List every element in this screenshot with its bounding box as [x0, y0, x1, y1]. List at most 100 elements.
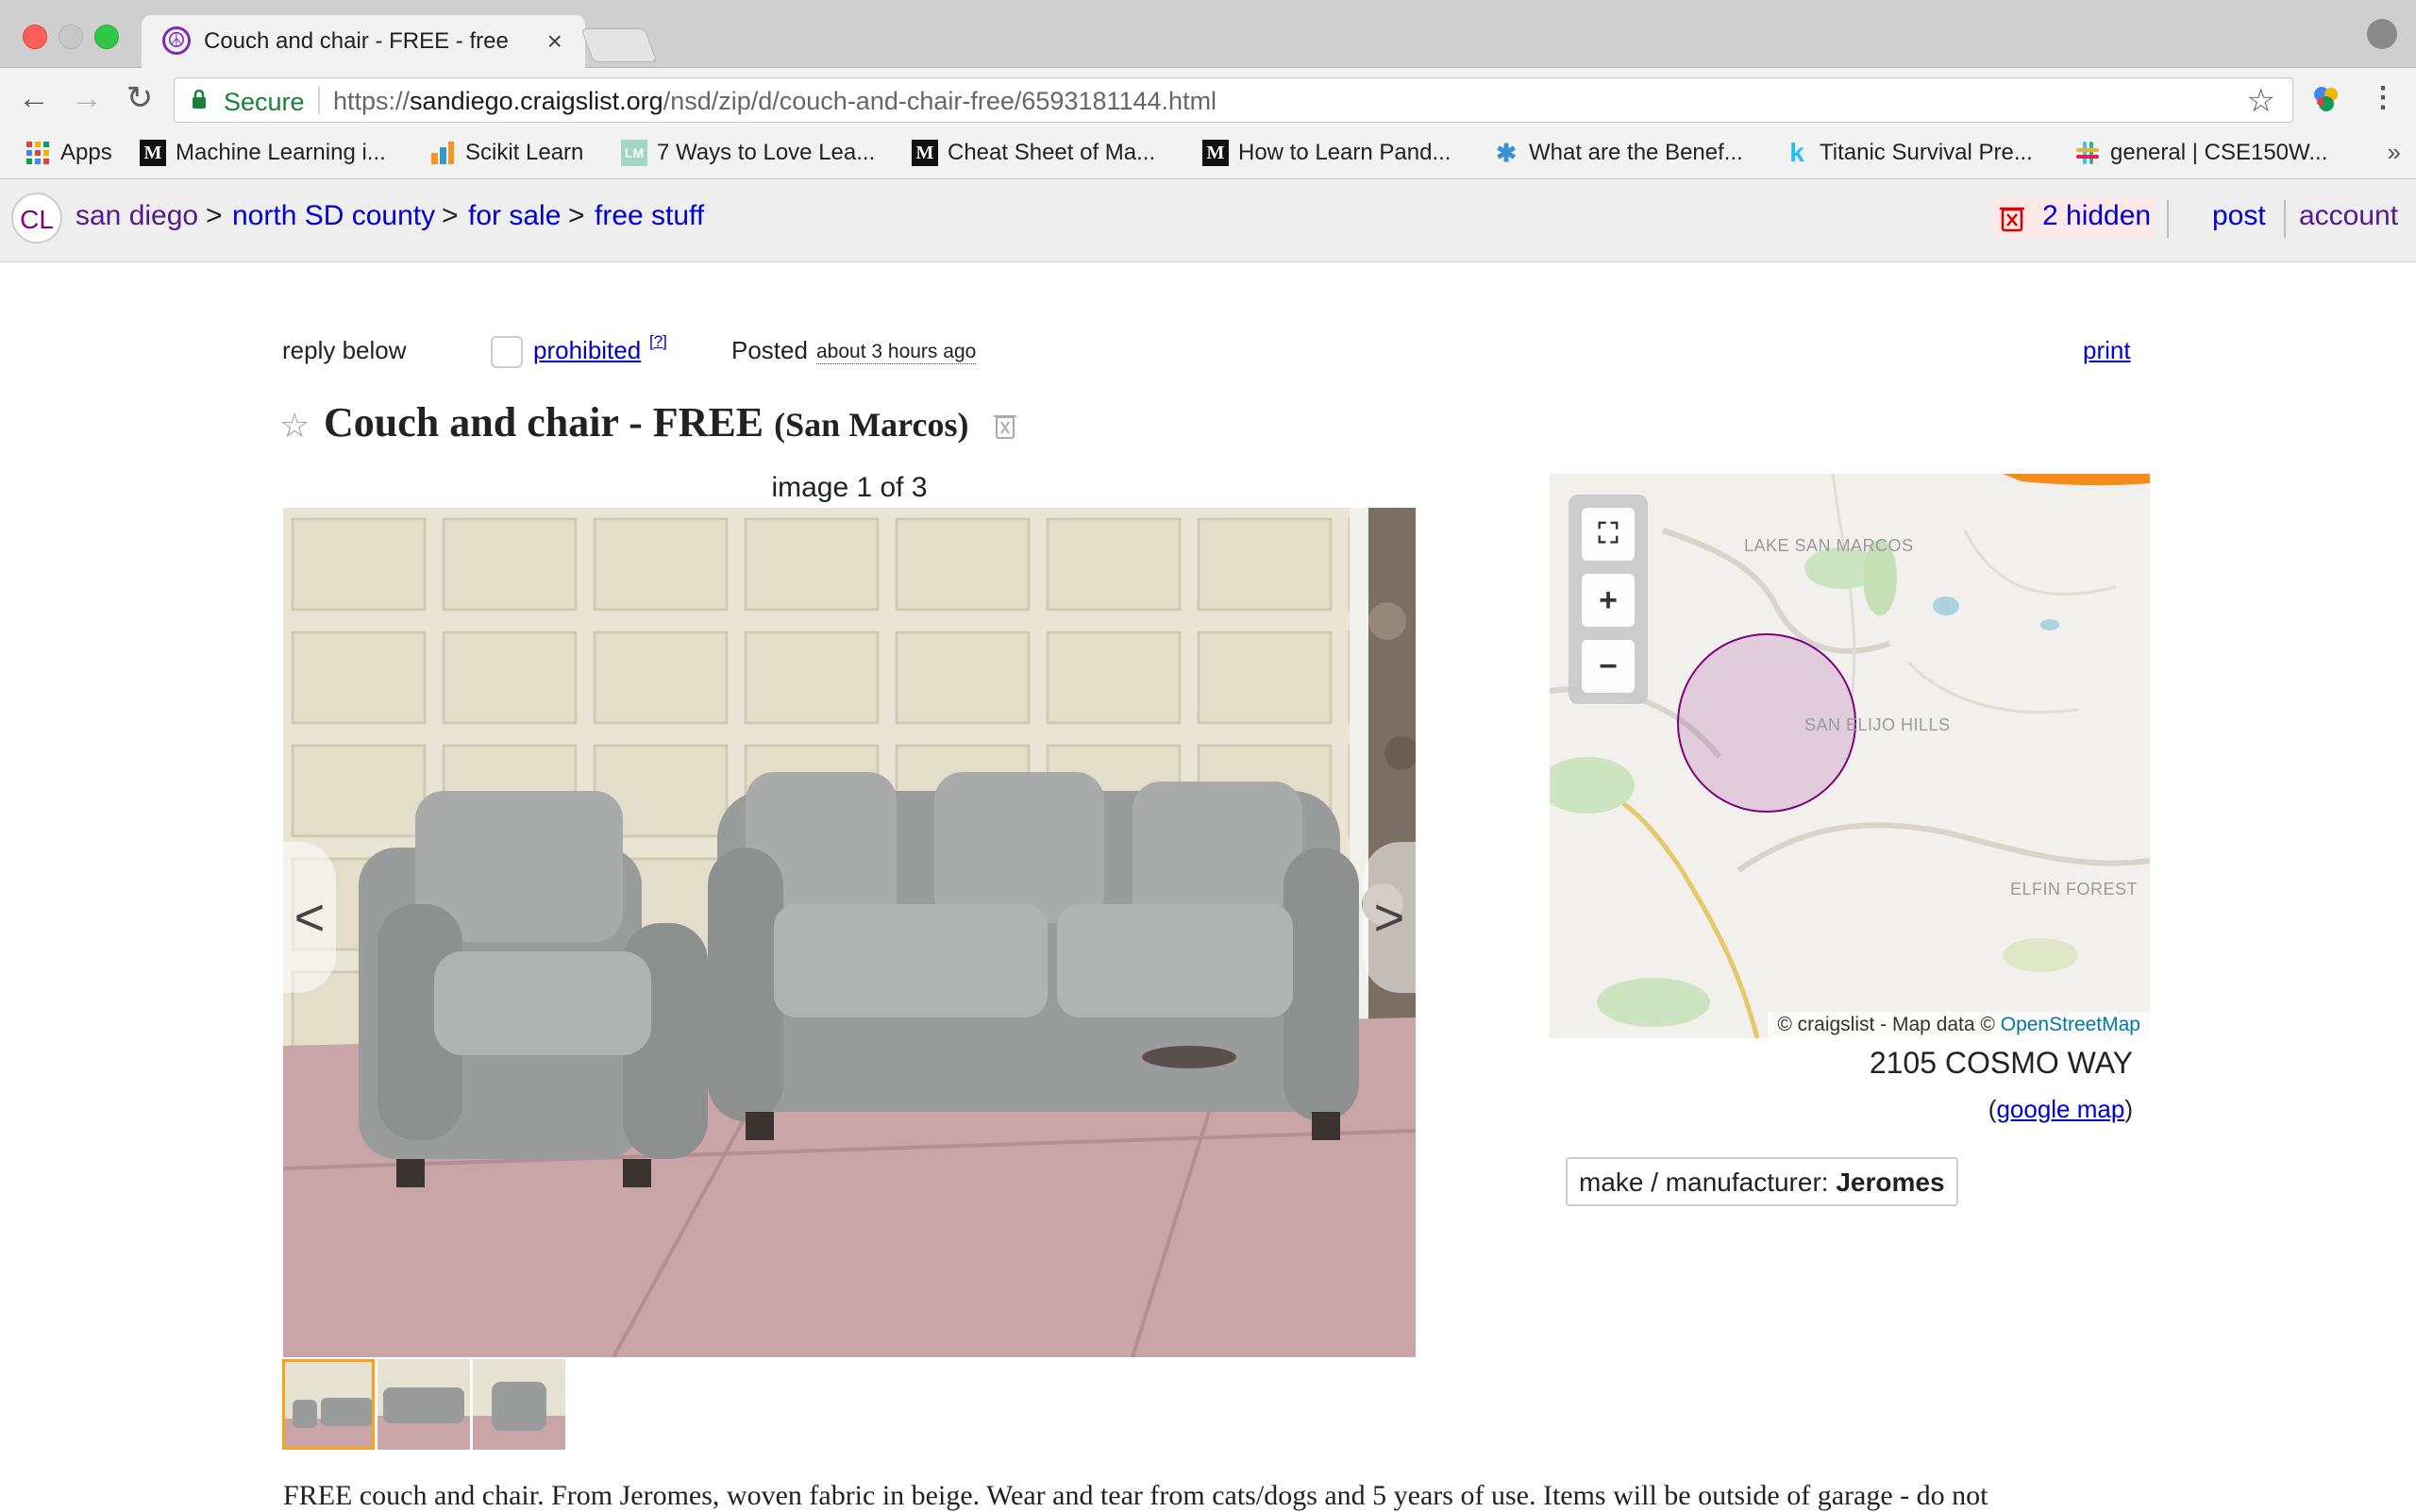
address-bar[interactable]: Secure https://sandiego.craigslist.org/n…: [174, 77, 2293, 123]
print-link[interactable]: print: [2083, 336, 2131, 365]
image-counter: image 1 of 3: [771, 472, 928, 503]
map-controls: ⛶ + −: [1569, 495, 1648, 704]
peace-sign-icon: ☮: [162, 26, 191, 55]
hide-posting-icon[interactable]: [993, 412, 1017, 440]
thumbnail-3[interactable]: [473, 1359, 565, 1450]
breadcrumb-san-diego[interactable]: san diego: [76, 200, 198, 232]
map-attribution: © craigslist - Map data © OpenStreetMap: [1768, 1012, 2150, 1038]
url-path: /nsd/zip/d/couch-and-chair-free/65931811…: [663, 87, 1217, 115]
thumbnail-2[interactable]: [378, 1359, 470, 1450]
bookmark-label: What are the Benef...: [1529, 140, 1743, 165]
google-map-link[interactable]: google map: [1996, 1095, 2124, 1123]
bookmark-cheat-sheet[interactable]: M Cheat Sheet of Ma...: [912, 140, 1155, 166]
posted-label: Posted: [731, 336, 808, 364]
bookmark-label: Apps: [60, 140, 112, 165]
bookmark-general[interactable]: general | CSE150W...: [2074, 140, 2327, 166]
breadcrumb-separator: >: [206, 200, 223, 231]
bookmark-apps[interactable]: Apps: [25, 140, 112, 166]
bookmark-learn-pandas[interactable]: M How to Learn Pand...: [1202, 140, 1451, 166]
map-address: 2105 COSMO WAY: [1869, 1046, 2133, 1080]
secure-label: Secure: [224, 88, 305, 116]
breadcrumb-for-sale[interactable]: for sale: [468, 200, 561, 232]
post-link[interactable]: post: [2212, 200, 2266, 232]
zoom-out-button[interactable]: −: [1582, 640, 1635, 693]
extension-icon[interactable]: [2310, 83, 2342, 115]
lm-icon: LM: [621, 140, 647, 166]
prohibited-help-link[interactable]: [?]: [649, 332, 667, 351]
bookmark-label: general | CSE150W...: [2110, 140, 2328, 165]
map-label-lake-san-marcos: LAKE SAN MARCOS: [1744, 536, 1914, 555]
account-link[interactable]: account: [2299, 200, 2398, 232]
url-text[interactable]: https://sandiego.craigslist.org/nsd/zip/…: [333, 87, 1216, 116]
google-map-line: (google map): [1988, 1095, 2133, 1123]
bookmarks-bar: Apps M Machine Learning i... Scikit Lear…: [0, 130, 2416, 179]
tab-close-icon[interactable]: ×: [547, 26, 562, 57]
posting-title-text: Couch and chair - FREE: [324, 399, 764, 445]
thumbnail-image: [378, 1359, 470, 1450]
window-maximize-button[interactable]: [94, 25, 119, 49]
forward-arrow-icon[interactable]: →: [68, 81, 106, 115]
apps-grid-icon: [26, 142, 49, 164]
previous-image-button[interactable]: <: [283, 842, 336, 993]
thumbnail-image: [473, 1359, 565, 1450]
window-close-button[interactable]: [23, 25, 47, 49]
new-tab-button[interactable]: [580, 28, 658, 62]
browser-tab-active[interactable]: ☮ Couch and chair - FREE - free ×: [142, 15, 585, 68]
craigslist-logo[interactable]: CL: [11, 193, 62, 244]
prohibited-checkbox[interactable]: [491, 336, 523, 368]
bookmark-star-icon[interactable]: ☆: [2247, 82, 2275, 120]
browser-toolbar: ← → ↻ Secure https://sandiego.craigslist…: [0, 68, 2416, 130]
header-divider: [2284, 200, 2286, 238]
map-label-elfin-forest: ELFIN FOREST: [2010, 880, 2139, 899]
url-scheme: https://: [333, 87, 411, 115]
posting-title: Couch and chair - FREE (San Marcos): [324, 398, 968, 446]
next-image-button[interactable]: >: [1363, 842, 1416, 993]
browser-tabstrip: ☮ Couch and chair - FREE - free ×: [0, 0, 2416, 68]
profile-icon[interactable]: [2367, 19, 2397, 49]
window-minimize-button[interactable]: [59, 25, 83, 49]
bookmark-label: Titanic Survival Pre...: [1820, 140, 2033, 165]
reply-below-text: reply below: [282, 336, 407, 364]
slack-icon: [2076, 142, 2099, 164]
chart-icon: [431, 142, 454, 164]
back-arrow-icon[interactable]: ←: [15, 81, 53, 115]
medium-icon: M: [1202, 140, 1229, 166]
bookmark-benefits[interactable]: ✱ What are the Benef...: [1493, 140, 1743, 166]
bookmark-titanic[interactable]: k Titanic Survival Pre...: [1784, 140, 2033, 166]
fullscreen-icon[interactable]: ⛶: [1582, 508, 1635, 561]
reload-icon[interactable]: ↻: [121, 81, 159, 115]
posting-location: (San Marcos): [774, 406, 969, 444]
zoom-in-button[interactable]: +: [1582, 574, 1635, 627]
favorite-star-icon[interactable]: ☆: [279, 406, 310, 445]
kaggle-icon: k: [1789, 138, 1804, 167]
thumbnail-image: [285, 1362, 372, 1447]
bookmarks-overflow-button[interactable]: »: [2388, 138, 2401, 167]
browser-menu-icon[interactable]: ⋮: [2369, 81, 2397, 114]
url-divider: [318, 86, 320, 114]
main-photo[interactable]: < >: [283, 508, 1416, 1357]
posting-description: FREE couch and chair. From Jeromes, wove…: [283, 1480, 1988, 1511]
bookmark-label: Machine Learning i...: [176, 140, 386, 165]
bookmark-7-ways[interactable]: LM 7 Ways to Love Lea...: [621, 140, 875, 166]
bookmark-label: Cheat Sheet of Ma...: [948, 140, 1156, 165]
thumbnail-1[interactable]: [282, 1359, 375, 1450]
location-map[interactable]: LAKE SAN MARCOS SAN ELIJO HILLS ELFIN FO…: [1550, 474, 2150, 1038]
hidden-count-link[interactable]: 2 hidden: [2042, 200, 2151, 232]
bookmark-scikit-learn[interactable]: Scikit Learn: [429, 140, 583, 166]
bookmark-machine-learning[interactable]: M Machine Learning i...: [140, 140, 386, 166]
medium-icon: M: [140, 140, 166, 166]
map-label-san-elijo-hills: SAN ELIJO HILLS: [1804, 715, 1951, 734]
puzzle-icon: ✱: [1496, 139, 1517, 167]
openstreetmap-link[interactable]: OpenStreetMap: [2001, 1014, 2140, 1035]
header-divider: [2167, 200, 2169, 238]
bookmark-label: How to Learn Pand...: [1238, 140, 1451, 165]
map-attribution-text: © craigslist - Map data ©: [1777, 1014, 1995, 1035]
lock-icon: [193, 90, 206, 109]
breadcrumb-north-sd-county[interactable]: north SD county: [232, 200, 435, 232]
attribute-make-manufacturer: make / manufacturer: Jeromes: [1566, 1157, 1958, 1206]
breadcrumb-separator: >: [568, 200, 585, 231]
medium-icon: M: [912, 140, 938, 166]
attribute-label: make / manufacturer:: [1579, 1168, 1829, 1197]
prohibited-link[interactable]: prohibited: [533, 336, 641, 365]
breadcrumb-free-stuff[interactable]: free stuff: [595, 200, 704, 232]
